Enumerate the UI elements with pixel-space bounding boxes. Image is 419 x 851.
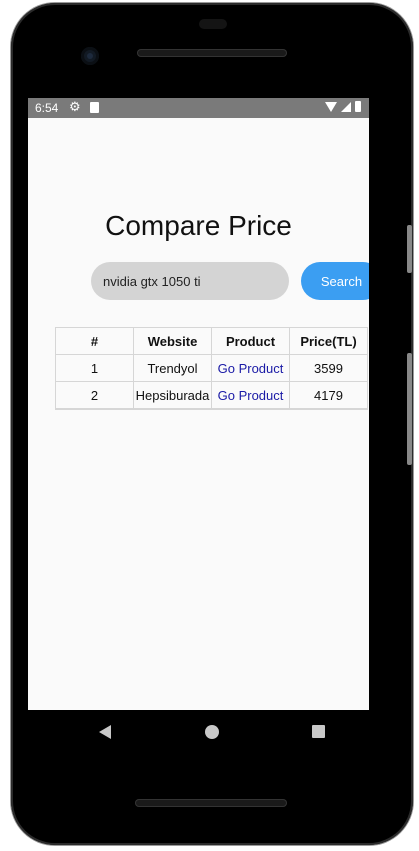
column-header-index: # <box>55 327 134 355</box>
row-website: Hepsiburada <box>133 381 212 410</box>
column-header-website: Website <box>133 327 212 355</box>
battery-icon <box>355 101 361 112</box>
column-header-product: Product <box>211 327 290 355</box>
home-icon[interactable] <box>205 725 219 739</box>
volume-button <box>407 353 412 465</box>
row-website: Trendyol <box>133 354 212 382</box>
table-row: 2 Hepsiburada Go Product 4179 <box>55 381 368 410</box>
page-title: Compare Price <box>105 210 292 241</box>
screen: 6:54 ⚙ Compare Price Search # Website Pr… <box>28 98 369 710</box>
sd-card-icon <box>90 102 99 113</box>
status-time: 6:54 <box>35 101 59 115</box>
earpiece-notch <box>199 19 227 29</box>
search-button[interactable]: Search <box>301 262 369 300</box>
settings-gear-icon: ⚙ <box>69 99 81 114</box>
search-input[interactable] <box>91 262 289 300</box>
bottom-speaker <box>135 799 287 807</box>
back-icon[interactable] <box>99 725 111 739</box>
row-price: 4179 <box>289 381 368 410</box>
row-index: 2 <box>55 381 134 410</box>
row-index: 1 <box>55 354 134 382</box>
go-product-link[interactable]: Go Product <box>218 388 284 403</box>
recent-apps-icon[interactable] <box>312 725 325 738</box>
table-header-row: # Website Product Price(TL) <box>55 327 368 355</box>
status-bar: 6:54 ⚙ <box>28 98 369 118</box>
power-button <box>407 225 412 273</box>
navigation-bar <box>28 710 369 754</box>
row-price: 3599 <box>289 354 368 382</box>
table-row: 1 Trendyol Go Product 3599 <box>55 354 368 382</box>
top-speaker <box>137 49 287 57</box>
column-header-price: Price(TL) <box>289 327 368 355</box>
wifi-icon <box>325 101 337 112</box>
results-table: # Website Product Price(TL) 1 Trendyol G… <box>55 327 368 410</box>
front-camera <box>81 47 99 65</box>
signal-icon <box>341 101 351 112</box>
go-product-link[interactable]: Go Product <box>218 361 284 376</box>
